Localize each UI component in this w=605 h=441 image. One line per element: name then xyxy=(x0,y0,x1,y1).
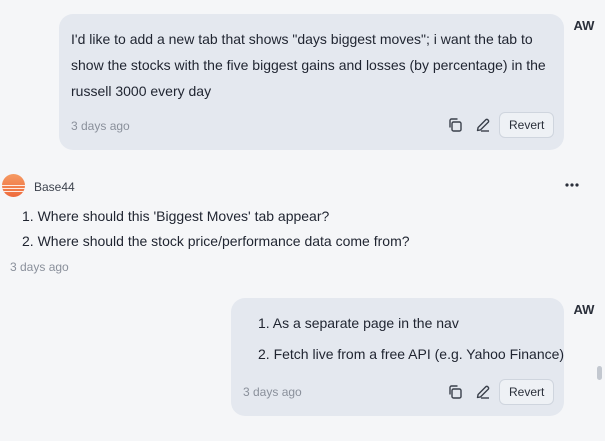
pencil-icon[interactable] xyxy=(474,383,492,401)
message-timestamp: 3 days ago xyxy=(71,119,130,133)
user-avatar: AW xyxy=(573,302,595,317)
user-avatar: AW xyxy=(573,18,595,33)
message-timestamp: 3 days ago xyxy=(243,385,302,399)
message-line: I'd like to add a new tab that shows "da… xyxy=(71,31,533,47)
agent-name: Base44 xyxy=(34,180,75,194)
message-text: 1. As a separate page in the nav 2. Fetc… xyxy=(258,308,564,370)
list-item: 1. Where should this 'Biggest Moves' tab… xyxy=(22,208,330,224)
agent-message-text: 1. Where should this 'Biggest Moves' tab… xyxy=(22,204,410,254)
copy-icon[interactable] xyxy=(446,116,464,134)
user-message-bubble: I'd like to add a new tab that shows "da… xyxy=(59,14,564,150)
base44-logo xyxy=(2,174,25,197)
message-line: show the stocks with the five biggest ga… xyxy=(71,57,546,73)
message-text: I'd like to add a new tab that shows "da… xyxy=(71,26,556,104)
scrollbar-thumb[interactable] xyxy=(597,366,602,380)
more-horizontal-icon[interactable] xyxy=(563,178,581,192)
revert-button[interactable]: Revert xyxy=(499,379,555,405)
revert-button[interactable]: Revert xyxy=(499,112,555,138)
list-item: 2. Where should the stock price/performa… xyxy=(22,233,410,249)
message-line: russell 3000 every day xyxy=(71,83,212,99)
list-item: 2. Fetch live from a free API (e.g. Yaho… xyxy=(258,346,565,362)
user-message-bubble: 1. As a separate page in the nav 2. Fetc… xyxy=(231,298,564,416)
message-timestamp: 3 days ago xyxy=(10,260,69,274)
pencil-icon[interactable] xyxy=(474,116,492,134)
list-item: 1. As a separate page in the nav xyxy=(258,315,459,331)
copy-icon[interactable] xyxy=(446,383,464,401)
